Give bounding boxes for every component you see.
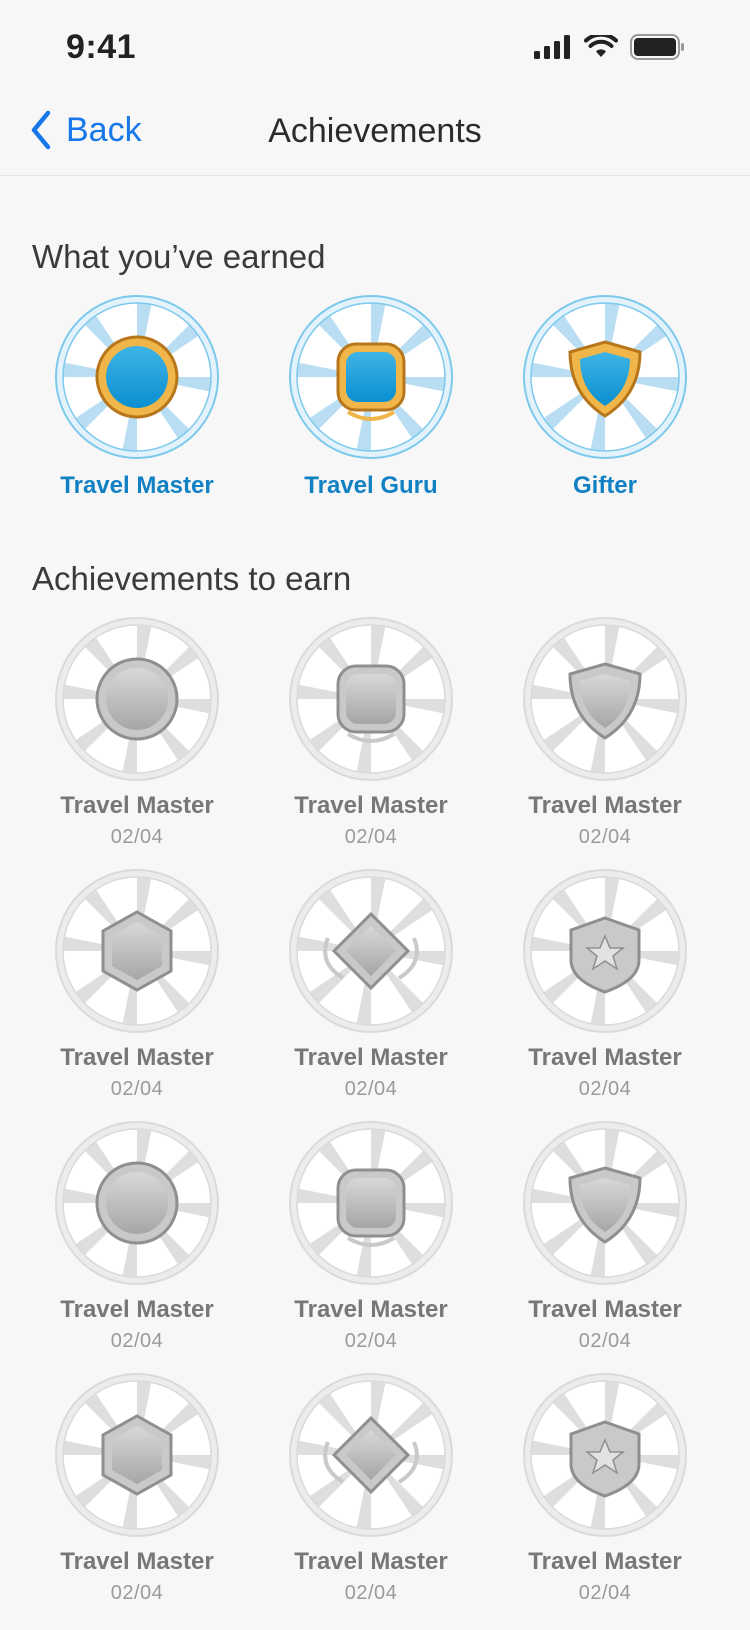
horned-hexagon-badge-icon	[55, 1373, 219, 1537]
ribbon-circle-badge-icon	[55, 1121, 219, 1285]
locked-badge-item[interactable]: Travel Master 02/04	[485, 1120, 725, 1353]
badge-name: Travel Master	[294, 792, 448, 819]
to-earn-section-title: Achievements to earn	[32, 560, 352, 597]
back-button[interactable]: Back	[30, 110, 142, 150]
status-bar: 9:41	[0, 0, 750, 88]
pentagon-badge-icon	[55, 617, 219, 781]
badge-progress: 02/04	[578, 1582, 632, 1604]
badge-name: Travel Master	[60, 1548, 214, 1575]
badge-name: Travel Master	[60, 472, 214, 499]
shield-badge-icon	[523, 295, 687, 459]
badge-name: Travel Master	[528, 792, 682, 819]
locked-badge-item[interactable]: Travel Master 02/04	[17, 868, 257, 1101]
badge-name: Travel Master	[528, 1296, 682, 1323]
badge-progress: 02/04	[344, 1078, 398, 1100]
wifi-icon	[584, 35, 618, 57]
locked-badge-item[interactable]: Travel Master 02/04	[251, 616, 491, 849]
leaf-shield-badge-icon	[289, 1373, 453, 1537]
badge-name: Travel Master	[294, 1044, 448, 1071]
badge-progress: 02/04	[578, 1078, 632, 1100]
star-shield-badge-icon	[289, 1121, 453, 1285]
badge-name: Gifter	[572, 472, 637, 499]
earned-badge-item[interactable]: Gifter	[485, 294, 725, 500]
round-medal-badge-icon	[55, 295, 219, 459]
cellular-signal-icon	[534, 35, 570, 59]
laurel-star-shield-badge-icon	[523, 1373, 687, 1537]
badge-name: Travel Master	[294, 1296, 448, 1323]
laurel-badge-icon	[289, 295, 453, 459]
badge-name: Travel Master	[60, 792, 214, 819]
badge-progress: 02/04	[344, 1330, 398, 1352]
badge-progress: 02/04	[344, 1582, 398, 1604]
battery-icon	[630, 34, 684, 60]
badge-name: Travel Guru	[304, 472, 438, 499]
winged-shield-badge-icon	[289, 617, 453, 781]
badge-name: Travel Master	[60, 1044, 214, 1071]
earned-section-title: What you’ve earned	[32, 238, 326, 275]
locked-badge-item[interactable]: Travel Master 02/04	[485, 868, 725, 1101]
badge-name: Travel Master	[60, 1296, 214, 1323]
locked-badge-item[interactable]: Travel Master 02/04	[251, 1120, 491, 1353]
chevron-left-icon	[31, 110, 51, 150]
badge-progress: 02/04	[110, 826, 164, 848]
earned-badge-item[interactable]: Travel Master	[17, 294, 257, 500]
badge-progress: 02/04	[110, 1582, 164, 1604]
navigation-bar: Achievements Back	[0, 88, 750, 176]
badge-progress: 02/04	[110, 1078, 164, 1100]
square-frame-badge-icon	[523, 617, 687, 781]
status-time: 9:41	[66, 28, 137, 66]
badge-progress: 02/04	[578, 1330, 632, 1352]
earned-badge-item[interactable]: Travel Guru	[251, 294, 491, 500]
medal-ribbon-badge-icon	[523, 1121, 687, 1285]
locked-badge-item[interactable]: Travel Master 02/04	[17, 1372, 257, 1605]
laurel-badge-icon	[523, 869, 687, 1033]
badge-progress: 02/04	[344, 826, 398, 848]
diamond-wings-badge-icon	[289, 869, 453, 1033]
locked-badge-item[interactable]: Travel Master 02/04	[251, 1372, 491, 1605]
locked-badge-item[interactable]: Travel Master 02/04	[17, 616, 257, 849]
badge-name: Travel Master	[528, 1044, 682, 1071]
badge-name: Travel Master	[294, 1548, 448, 1575]
back-label: Back	[66, 110, 142, 149]
locked-badge-item[interactable]: Travel Master 02/04	[17, 1120, 257, 1353]
locked-badge-item[interactable]: Travel Master 02/04	[485, 1372, 725, 1605]
badge-name: Travel Master	[528, 1548, 682, 1575]
hexagon-badge-icon	[55, 869, 219, 1033]
badge-progress: 02/04	[578, 826, 632, 848]
badge-progress: 02/04	[110, 1330, 164, 1352]
status-icons	[534, 34, 686, 60]
locked-badge-item[interactable]: Travel Master 02/04	[251, 868, 491, 1101]
locked-badge-item[interactable]: Travel Master 02/04	[485, 616, 725, 849]
